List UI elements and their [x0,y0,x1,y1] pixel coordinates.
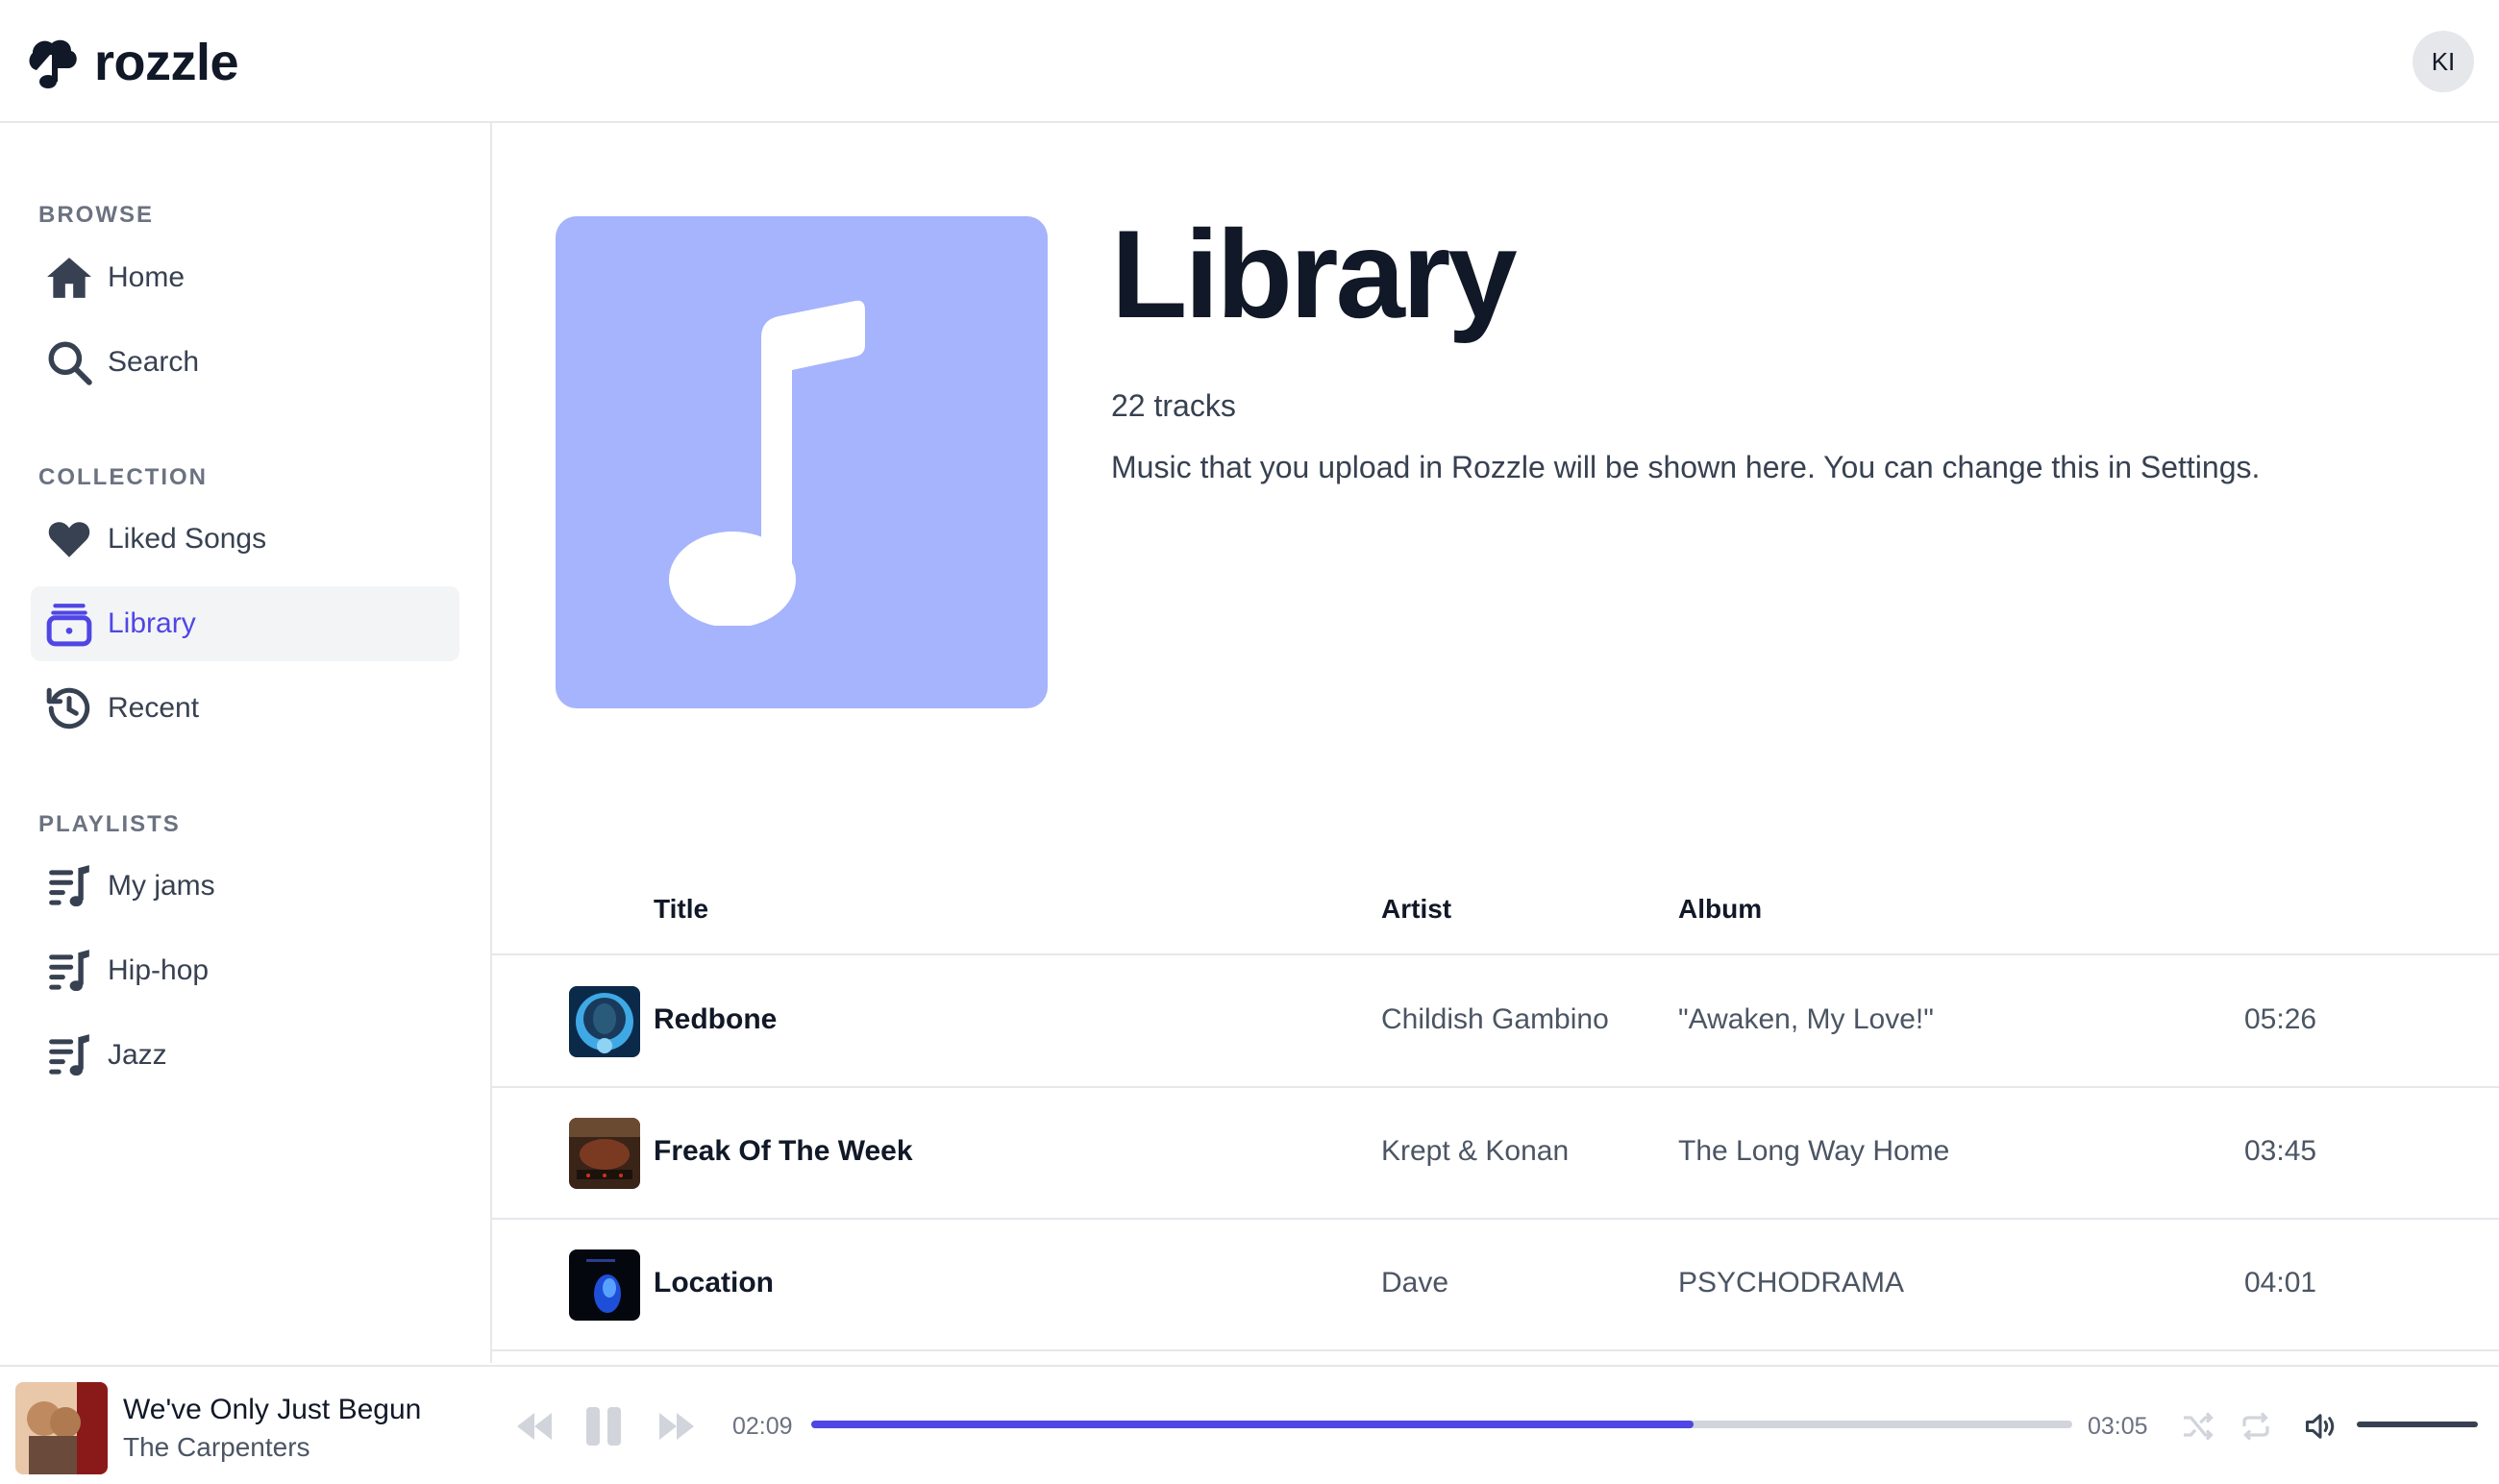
repeat-icon [2242,1412,2269,1441]
sidebar-item-label: Library [108,607,196,639]
user-initials: KI [2431,46,2456,76]
section-label-collection: COLLECTION [38,464,208,490]
volume-icon [2306,1414,2335,1439]
now-playing-artist[interactable]: The Carpenters [123,1432,310,1463]
top-header: rozzle KI [0,0,2499,123]
track-count: 22 tracks [1111,388,1236,423]
track-duration: 05:26 [2244,1003,2317,1035]
track-title: Redbone [654,1003,778,1035]
playlist-icon [31,947,108,995]
now-playing-title[interactable]: We've Only Just Begun [123,1394,421,1426]
shuffle-button[interactable] [2180,1409,2216,1444]
history-icon [31,684,108,732]
table-header: Title Artist Album [492,875,2499,955]
library-icon [31,600,108,648]
sidebar-item-liked-songs[interactable]: Liked Songs [31,502,459,577]
progress-fill [811,1421,1695,1428]
album-art [569,1249,640,1321]
heart-icon [31,515,108,563]
sidebar-item-home[interactable]: Home [31,240,459,315]
track-duration: 03:45 [2244,1135,2317,1167]
section-label-browse: BROWSE [38,202,154,228]
track-title: Location [654,1267,774,1298]
table-row[interactable]: Redbone Childish Gambino "Awaken, My Lov… [492,957,2499,1088]
track-artist[interactable]: Childish Gambino [1381,1003,1609,1036]
now-playing-album-art [15,1382,108,1474]
section-label-playlists: PLAYLISTS [38,811,181,837]
volume-button[interactable] [2301,1409,2339,1444]
sidebar-item-jazz[interactable]: Jazz [31,1018,459,1093]
fast-forward-icon [659,1413,694,1440]
rozzle-logo-icon [29,39,77,88]
progress-bar[interactable] [811,1421,2072,1428]
repeat-button[interactable] [2238,1409,2274,1444]
library-description: Music that you upload in Rozzle will be … [1111,450,2261,484]
sidebar: BROWSE Home Search COLLECTION Liked Song… [0,123,492,1363]
column-header-album[interactable]: Album [1678,894,1762,925]
rewind-icon [517,1413,552,1440]
sidebar-item-search[interactable]: Search [31,325,459,400]
sidebar-item-hip-hop[interactable]: Hip-hop [31,933,459,1008]
track-artist[interactable]: Krept & Konan [1381,1135,1569,1168]
page-title: Library [1111,204,1518,344]
album-art [569,986,640,1057]
album-art [569,1118,640,1189]
playlist-icon [31,1031,108,1079]
playlist-icon [31,862,108,910]
sidebar-item-label: Jazz [108,1039,167,1071]
next-button[interactable] [656,1407,698,1446]
track-artist[interactable]: Dave [1381,1267,1448,1299]
track-duration: 04:01 [2244,1267,2317,1298]
elapsed-time: 02:09 [732,1413,793,1440]
shuffle-icon [2184,1412,2214,1441]
previous-button[interactable] [513,1407,556,1446]
app-name: rozzle [94,34,239,91]
volume-slider[interactable] [2357,1422,2478,1427]
home-icon [31,254,108,302]
search-icon [31,338,108,386]
track-album[interactable]: The Long Way Home [1678,1135,1949,1168]
column-header-artist[interactable]: Artist [1381,894,1451,925]
music-note-icon [669,300,865,626]
library-cover [556,216,1048,708]
sidebar-item-recent[interactable]: Recent [31,671,459,746]
pause-button[interactable] [582,1405,625,1447]
pause-icon [586,1407,621,1446]
sidebar-item-library[interactable]: Library [31,586,459,661]
track-album[interactable]: PSYCHODRAMA [1678,1267,1904,1299]
table-row[interactable]: Location Dave PSYCHODRAMA 04:01 [492,1221,2499,1351]
sidebar-item-my-jams[interactable]: My jams [31,849,459,924]
track-album[interactable]: "Awaken, My Love!" [1678,1003,1934,1036]
sidebar-item-label: Home [108,261,186,293]
app-logo[interactable]: rozzle [27,29,239,96]
track-title: Freak Of The Week [654,1135,913,1167]
user-avatar[interactable]: KI [2412,31,2474,92]
sidebar-item-label: Hip-hop [108,954,210,986]
sidebar-item-label: Search [108,346,200,378]
sidebar-item-label: Recent [108,692,200,724]
table-row[interactable]: Freak Of The Week Krept & Konan The Long… [492,1089,2499,1220]
total-time: 03:05 [2088,1413,2148,1440]
column-header-title[interactable]: Title [654,894,708,925]
sidebar-item-label: Liked Songs [108,523,267,555]
sidebar-item-label: My jams [108,870,215,902]
